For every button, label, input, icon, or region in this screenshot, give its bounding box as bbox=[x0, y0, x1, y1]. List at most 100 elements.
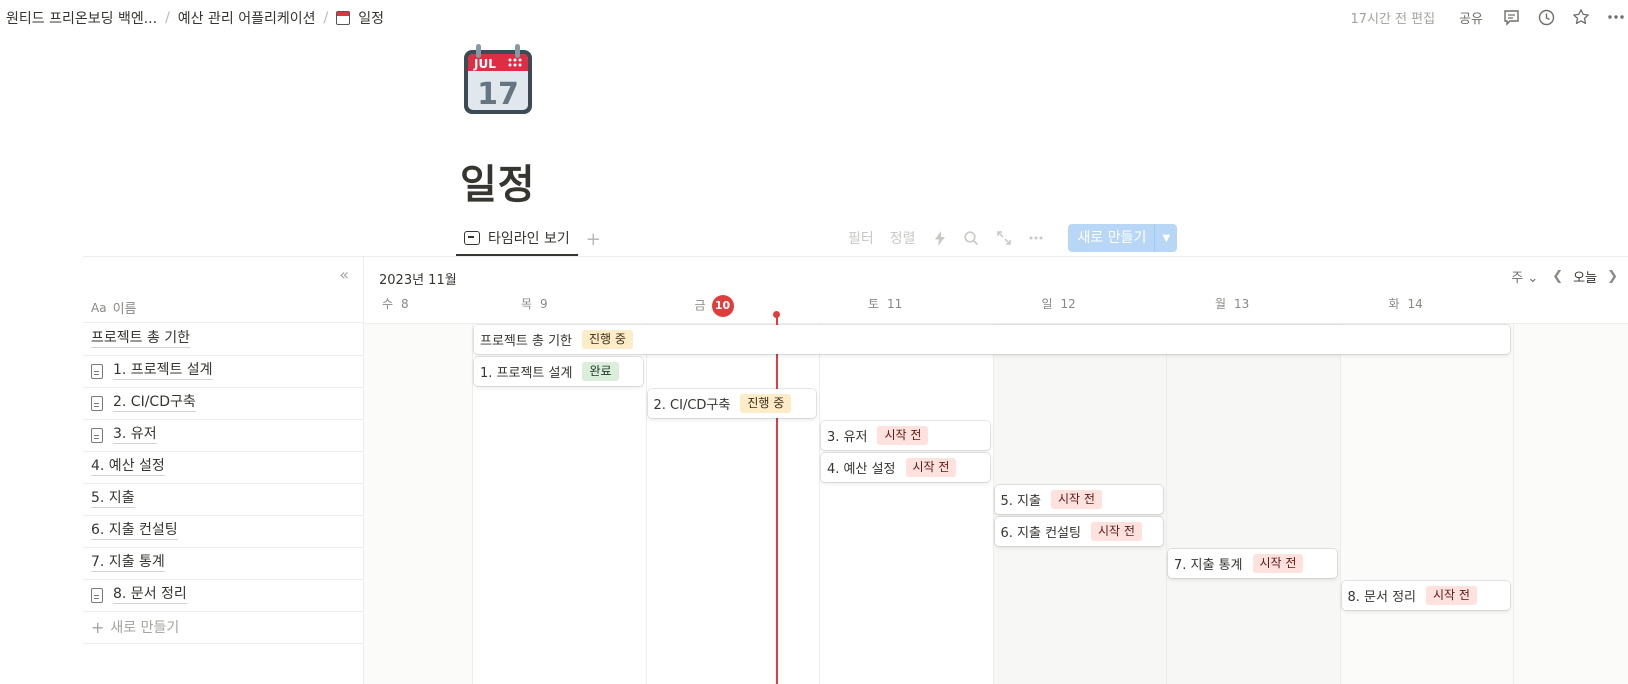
row-name-label: 6. 지출 컨설팅 bbox=[91, 522, 178, 540]
day-header: 화 14 bbox=[1389, 295, 1423, 315]
row-name-label: 8. 문서 정리 bbox=[113, 586, 187, 604]
comment-icon[interactable] bbox=[1501, 7, 1521, 27]
breadcrumb-item-current[interactable]: 일정 bbox=[358, 8, 384, 28]
card-title: 1. 프로젝트 설계 bbox=[480, 366, 573, 381]
day-column[interactable] bbox=[645, 324, 820, 684]
name-column-header[interactable]: Aa 이름 bbox=[83, 293, 364, 323]
timeline-card[interactable]: 7. 지출 통계 시작 전 bbox=[1168, 549, 1337, 578]
table-row[interactable]: 5. 지출 bbox=[83, 483, 364, 516]
timeline-card[interactable]: 5. 지출 시작 전 bbox=[994, 485, 1163, 514]
sort-button[interactable]: 정렬 bbox=[890, 228, 916, 248]
add-view-plus-icon[interactable]: + bbox=[586, 229, 601, 250]
more-options-icon[interactable] bbox=[1028, 230, 1044, 246]
previous-arrow-icon[interactable]: ❮ bbox=[1552, 269, 1563, 284]
row-name-label: 1. 프로젝트 설계 bbox=[113, 362, 213, 380]
day-column[interactable] bbox=[364, 324, 472, 684]
new-row-label: 새로 만들기 bbox=[110, 620, 180, 636]
day-number-label: 9 bbox=[540, 297, 548, 311]
table-row[interactable]: 프로젝트 총 기한 bbox=[83, 323, 364, 356]
day-column[interactable] bbox=[1513, 324, 1628, 684]
table-row[interactable]: 7. 지출 통계 bbox=[83, 547, 364, 580]
day-number-label: 13 bbox=[1234, 297, 1250, 311]
card-title: 7. 지출 통계 bbox=[1174, 558, 1243, 573]
scale-selector[interactable]: 주 ⌄ bbox=[1511, 267, 1538, 286]
timeline-card[interactable]: 2. CI/CD구축 진행 중 bbox=[647, 389, 816, 418]
day-of-week-label: 월 bbox=[1215, 297, 1227, 311]
new-item-button-label[interactable]: 새로 만들기 bbox=[1068, 224, 1156, 252]
filter-button[interactable]: 필터 bbox=[848, 228, 874, 248]
timeline-card[interactable]: 4. 예산 설정 시작 전 bbox=[821, 453, 990, 482]
status-badge: 완료 bbox=[582, 362, 619, 381]
status-badge: 진행 중 bbox=[582, 330, 633, 349]
card-title: 5. 지출 bbox=[1000, 494, 1041, 509]
plus-icon: + bbox=[91, 617, 105, 637]
row-name-label: 프로젝트 총 기한 bbox=[91, 330, 191, 348]
day-of-week-label: 수 bbox=[382, 297, 394, 311]
timeline-canvas: 2023년 11월 주 ⌄ ❮ 오늘 ❯ 수 8 목 9 금 10 토 11 일 12 월 13 화 14… bbox=[364, 257, 1628, 684]
table-row[interactable]: 1. 프로젝트 설계 bbox=[83, 355, 364, 388]
day-header: 수8 bbox=[382, 295, 409, 315]
view-tabs: 타임라인 보기 + bbox=[456, 222, 601, 256]
day-column[interactable] bbox=[819, 324, 993, 684]
timeline-card[interactable]: 1. 프로젝트 설계 완료 bbox=[474, 357, 643, 386]
last-edited-text: 17시간 전 편집 bbox=[1350, 11, 1436, 27]
row-name-label: 2. CI/CD구축 bbox=[113, 394, 196, 412]
row-name-label: 3. 유저 bbox=[113, 426, 157, 444]
card-title: 3. 유저 bbox=[827, 430, 868, 445]
scale-selector-label: 주 bbox=[1511, 271, 1524, 286]
table-row[interactable]: 4. 예산 설정 bbox=[83, 451, 364, 484]
day-header: 월 13 bbox=[1215, 295, 1249, 315]
tab-timeline-view[interactable]: 타임라인 보기 bbox=[456, 222, 578, 256]
row-name-label: 4. 예산 설정 bbox=[91, 458, 165, 476]
timeline-view-icon bbox=[464, 231, 480, 245]
table-row[interactable]: 8. 문서 정리 bbox=[83, 579, 364, 612]
page-calendar-icon[interactable]: JUL 17 bbox=[460, 42, 536, 118]
day-of-week-label: 일 bbox=[1041, 297, 1053, 311]
next-arrow-icon[interactable]: ❯ bbox=[1607, 269, 1618, 284]
status-badge: 시작 전 bbox=[1090, 522, 1142, 541]
day-of-week-label: 금 bbox=[694, 298, 706, 313]
chevron-down-icon: ⌄ bbox=[1527, 271, 1539, 286]
share-button[interactable]: 공유 bbox=[1459, 8, 1483, 27]
text-property-icon: Aa bbox=[91, 300, 107, 315]
history-clock-icon[interactable] bbox=[1536, 7, 1556, 27]
automation-lightning-icon[interactable] bbox=[932, 230, 948, 246]
new-item-button[interactable]: 새로 만들기 ▼ bbox=[1067, 224, 1178, 252]
timeline-card[interactable]: 8. 문서 정리 시작 전 bbox=[1341, 581, 1510, 610]
table-row[interactable]: 2. CI/CD구축 bbox=[83, 387, 364, 420]
topbar-actions: 17시간 전 편집 공유 bbox=[1350, 7, 1628, 27]
database-toolbar: 필터 정렬 새로 만들기 ▼ bbox=[848, 224, 1178, 252]
day-of-week-label: 화 bbox=[1388, 297, 1400, 311]
timeline-card[interactable]: 3. 유저 시작 전 bbox=[821, 421, 990, 450]
favorite-star-icon[interactable] bbox=[1571, 7, 1591, 27]
timeline-table-panel: « Aa 이름 프로젝트 총 기한 1. 프로젝트 설계 2. CI/CD구축 3. … bbox=[83, 257, 364, 684]
status-badge: 시작 전 bbox=[1426, 586, 1477, 605]
today-button[interactable]: 오늘 bbox=[1573, 267, 1597, 286]
timeline-card[interactable]: 6. 지출 컨설팅 시작 전 bbox=[994, 517, 1163, 546]
timeline-card[interactable]: 프로젝트 총 기한 진행 중 bbox=[474, 325, 1510, 354]
more-options-icon[interactable] bbox=[1606, 7, 1626, 27]
table-row[interactable]: 3. 유저 bbox=[83, 419, 364, 452]
breadcrumb-item-project[interactable]: 예산 관리 어플리케이션 bbox=[178, 8, 316, 28]
expand-arrows-icon[interactable] bbox=[996, 230, 1012, 246]
page-title[interactable]: 일정 bbox=[460, 152, 536, 210]
collapse-panel-icon[interactable]: « bbox=[339, 265, 349, 284]
day-header: 목9 bbox=[521, 295, 548, 315]
today-marker-line bbox=[776, 314, 778, 684]
day-column[interactable] bbox=[1339, 324, 1513, 684]
chevron-down-icon[interactable]: ▼ bbox=[1155, 233, 1177, 244]
page-icon-month: JUL bbox=[473, 57, 496, 71]
day-header: 금 10 bbox=[694, 295, 734, 317]
day-number-label: 12 bbox=[1060, 297, 1076, 311]
table-row[interactable]: 6. 지출 컨설팅 bbox=[83, 515, 364, 548]
breadcrumb-separator: / bbox=[323, 10, 329, 26]
breadcrumb-item-workspace[interactable]: 원티드 프리온보딩 백엔... bbox=[6, 8, 157, 28]
timeline-navigation: 주 ⌄ ❮ 오늘 ❯ bbox=[1511, 267, 1628, 286]
day-column[interactable] bbox=[1166, 324, 1340, 684]
page-document-icon bbox=[91, 363, 103, 379]
breadcrumb-separator: / bbox=[165, 10, 170, 26]
new-row-button[interactable]: + 새로 만들기 bbox=[83, 611, 364, 644]
day-header: 일 12 bbox=[1042, 295, 1076, 315]
search-icon[interactable] bbox=[964, 230, 980, 246]
month-label: 2023년 11월 bbox=[379, 273, 457, 288]
